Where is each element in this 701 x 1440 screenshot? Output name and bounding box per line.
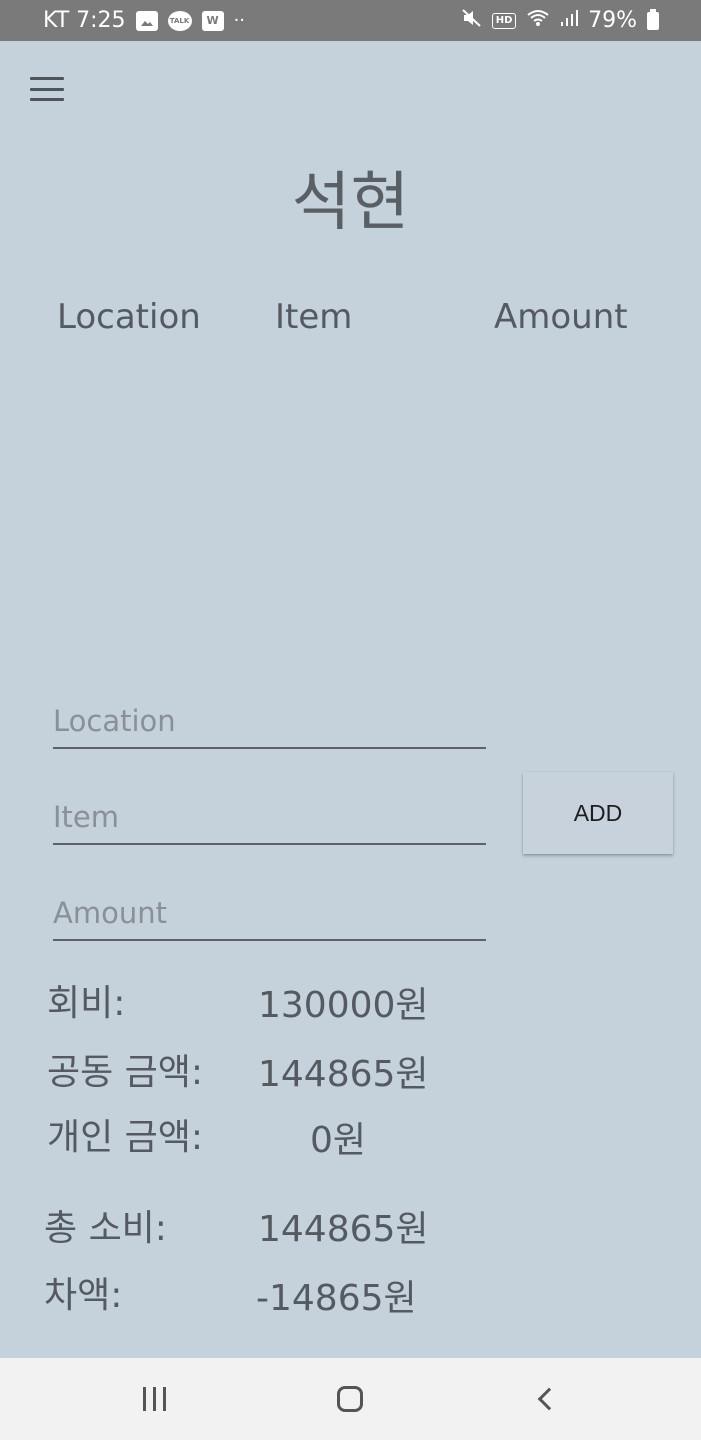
menu-icon[interactable] (30, 77, 64, 101)
status-right: HD 79% (462, 8, 659, 33)
amount-field-wrap (53, 877, 486, 941)
back-icon (537, 1387, 561, 1411)
dues-value: 130000원 (258, 985, 429, 1026)
status-left: KT 7:25 TALK W ·· (43, 8, 245, 33)
shared-amount-value: 144865원 (258, 1054, 429, 1095)
gallery-icon (135, 10, 158, 31)
item-field-wrap (53, 781, 486, 845)
home-button[interactable] (310, 1358, 390, 1440)
item-input[interactable] (53, 781, 486, 843)
signal-icon (560, 9, 579, 32)
column-header-location: Location (57, 297, 201, 337)
difference-value: -14865원 (256, 1278, 417, 1319)
battery-percent: 79% (588, 8, 637, 33)
location-field-wrap (53, 685, 486, 749)
battery-icon (647, 8, 659, 30)
add-button[interactable]: ADD (523, 772, 673, 854)
personal-amount-value: 0원 (310, 1120, 367, 1161)
column-header-item: Item (275, 297, 353, 337)
app-screen: 석현 Location Item Amount ADD 회비: 130000원 … (0, 41, 701, 1358)
dues-label: 회비: (47, 983, 126, 1024)
wifi-icon (526, 9, 550, 32)
mute-icon (462, 9, 482, 32)
column-header-amount: Amount (494, 297, 628, 337)
total-spent-value: 144865원 (258, 1209, 429, 1250)
hd-icon: HD (492, 12, 517, 29)
carrier-time: KT 7:25 (43, 8, 126, 33)
system-nav-bar (0, 1358, 701, 1440)
total-spent-label: 총 소비: (44, 1208, 167, 1249)
kakaotalk-icon: TALK (167, 10, 192, 31)
personal-amount-label: 개인 금액: (47, 1117, 204, 1158)
more-dots-icon: ·· (233, 10, 246, 31)
difference-label: 차액: (44, 1275, 123, 1316)
back-button[interactable] (506, 1358, 586, 1440)
status-bar: KT 7:25 TALK W ·· HD 79% (0, 0, 701, 41)
recent-apps-button[interactable] (114, 1358, 194, 1440)
home-icon (337, 1386, 363, 1412)
w-app-icon: W (201, 10, 224, 31)
location-input[interactable] (53, 685, 486, 747)
page-title: 석현 (291, 166, 410, 240)
shared-amount-label: 공동 금액: (47, 1052, 204, 1093)
recent-apps-icon (142, 1387, 166, 1411)
amount-input[interactable] (53, 877, 486, 939)
